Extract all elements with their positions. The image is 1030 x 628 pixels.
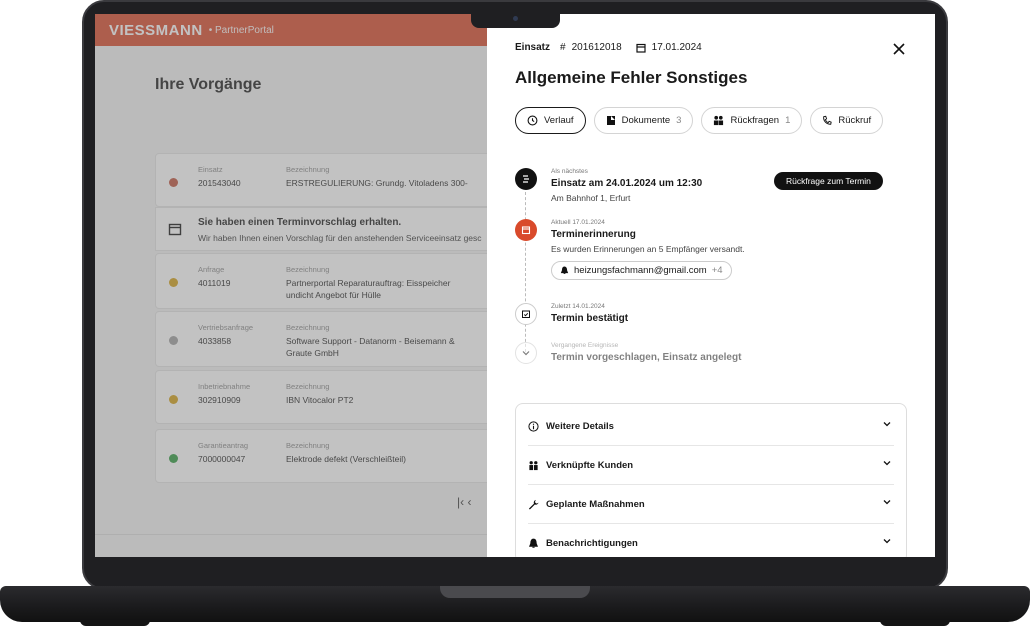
modal-overlay[interactable] <box>95 14 487 557</box>
event-subtitle: Am Bahnhof 1, Erfurt <box>551 193 631 203</box>
timeline-line <box>525 192 526 352</box>
tab-count: 1 <box>785 115 791 126</box>
chevron-down-icon <box>522 351 530 356</box>
chevron-down-icon <box>883 422 891 427</box>
chevron-down-icon <box>883 500 891 505</box>
calendar-icon <box>521 226 531 235</box>
calendar-icon <box>636 43 646 53</box>
tab-label: Rückfragen <box>730 115 780 126</box>
event-subtitle: Es wurden Erinnerungen an 5 Empfänger ve… <box>551 244 745 254</box>
tab-verlauf[interactable]: Verlauf <box>515 107 586 134</box>
event-title: Termin vorgeschlagen, Einsatz angelegt <box>551 352 742 363</box>
tab-label: Verlauf <box>544 115 574 126</box>
panel-title: Allgemeine Fehler Sonstiges <box>515 68 748 87</box>
bell-icon <box>560 266 569 275</box>
chevron-down-icon <box>883 539 891 544</box>
history-icon <box>527 115 538 126</box>
panel-header: Einsatz # 201612018 17.01.2024 <box>515 42 702 53</box>
record-type: Einsatz <box>515 42 551 53</box>
event-caption: Vergangene Ereignisse <box>551 342 619 349</box>
event-caption: Als nächstes <box>551 168 588 175</box>
hash-icon: # <box>560 42 566 53</box>
event-caption: Aktuell 17.01.2024 <box>551 219 605 226</box>
detail-panel: Einsatz # 201612018 17.01.2024 Allgemein… <box>487 14 935 557</box>
accordion-benachrichtigungen[interactable]: Benachrichtigungen <box>528 524 894 557</box>
laptop-foot-left <box>80 620 150 626</box>
wrench-icon <box>528 499 539 510</box>
accordion-label: Geplante Maßnahmen <box>546 498 645 510</box>
phone-icon <box>823 115 833 125</box>
details-accordion: Weitere Details Verknüpfte Kunden Geplan… <box>515 403 907 557</box>
event-caption: Zuletzt 14.01.2024 <box>551 303 605 310</box>
appointment-question-button[interactable]: Rückfrage zum Termin <box>774 172 883 190</box>
laptop-foot-right <box>880 620 950 626</box>
calendar-check-icon <box>522 310 530 318</box>
bell-icon <box>529 538 538 548</box>
laptop-base <box>0 586 1030 622</box>
accordion-label: Weitere Details <box>546 420 614 432</box>
recipient-email: heizungsfachmann@gmail.com <box>574 265 707 276</box>
accordion-verknuepfte-kunden[interactable]: Verknüpfte Kunden <box>528 446 894 485</box>
event-title: Termin bestätigt <box>551 313 629 324</box>
camera-icon <box>513 16 518 21</box>
tab-rueckruf[interactable]: Rückruf <box>810 107 884 134</box>
document-icon <box>606 116 615 125</box>
chevron-down-icon <box>883 461 891 466</box>
screen: VIESSMANN • PartnerPortal Ihre Vorgänge … <box>95 14 935 557</box>
tab-bar: Verlauf Dokumente 3 Rückfragen 1 Rückruf <box>515 107 884 134</box>
accordion-geplante-massnahmen[interactable]: Geplante Maßnahmen <box>528 485 894 524</box>
record-number: 201612018 <box>571 42 622 53</box>
record-date: 17.01.2024 <box>651 42 702 53</box>
recipient-chip[interactable]: heizungsfachmann@gmail.com +4 <box>551 261 732 280</box>
tab-dokumente[interactable]: Dokumente 3 <box>593 107 694 134</box>
wave-icon <box>523 175 529 183</box>
event-title: Einsatz am 24.01.2024 um 12:30 <box>551 178 703 189</box>
close-icon[interactable] <box>893 43 905 55</box>
recipient-more: +4 <box>711 265 723 276</box>
tab-label: Rückruf <box>838 115 872 126</box>
customers-icon <box>529 460 538 470</box>
expand-past-icon[interactable] <box>515 342 537 364</box>
info-icon <box>528 420 539 432</box>
tab-rueckfragen[interactable]: Rückfragen 1 <box>701 107 803 134</box>
confirmed-icon <box>515 303 537 325</box>
accordion-label: Verknüpfte Kunden <box>546 459 634 471</box>
tab-count: 3 <box>676 115 682 126</box>
laptop-notch <box>471 12 560 28</box>
reminder-icon <box>515 219 537 241</box>
service-icon <box>515 168 537 190</box>
laptop-groove <box>440 586 590 598</box>
event-title: Terminerinnerung <box>551 229 636 240</box>
accordion-label: Benachrichtigungen <box>546 538 638 549</box>
accordion-weitere-details[interactable]: Weitere Details <box>528 407 894 446</box>
tab-label: Dokumente <box>621 115 671 126</box>
people-icon <box>714 115 724 126</box>
